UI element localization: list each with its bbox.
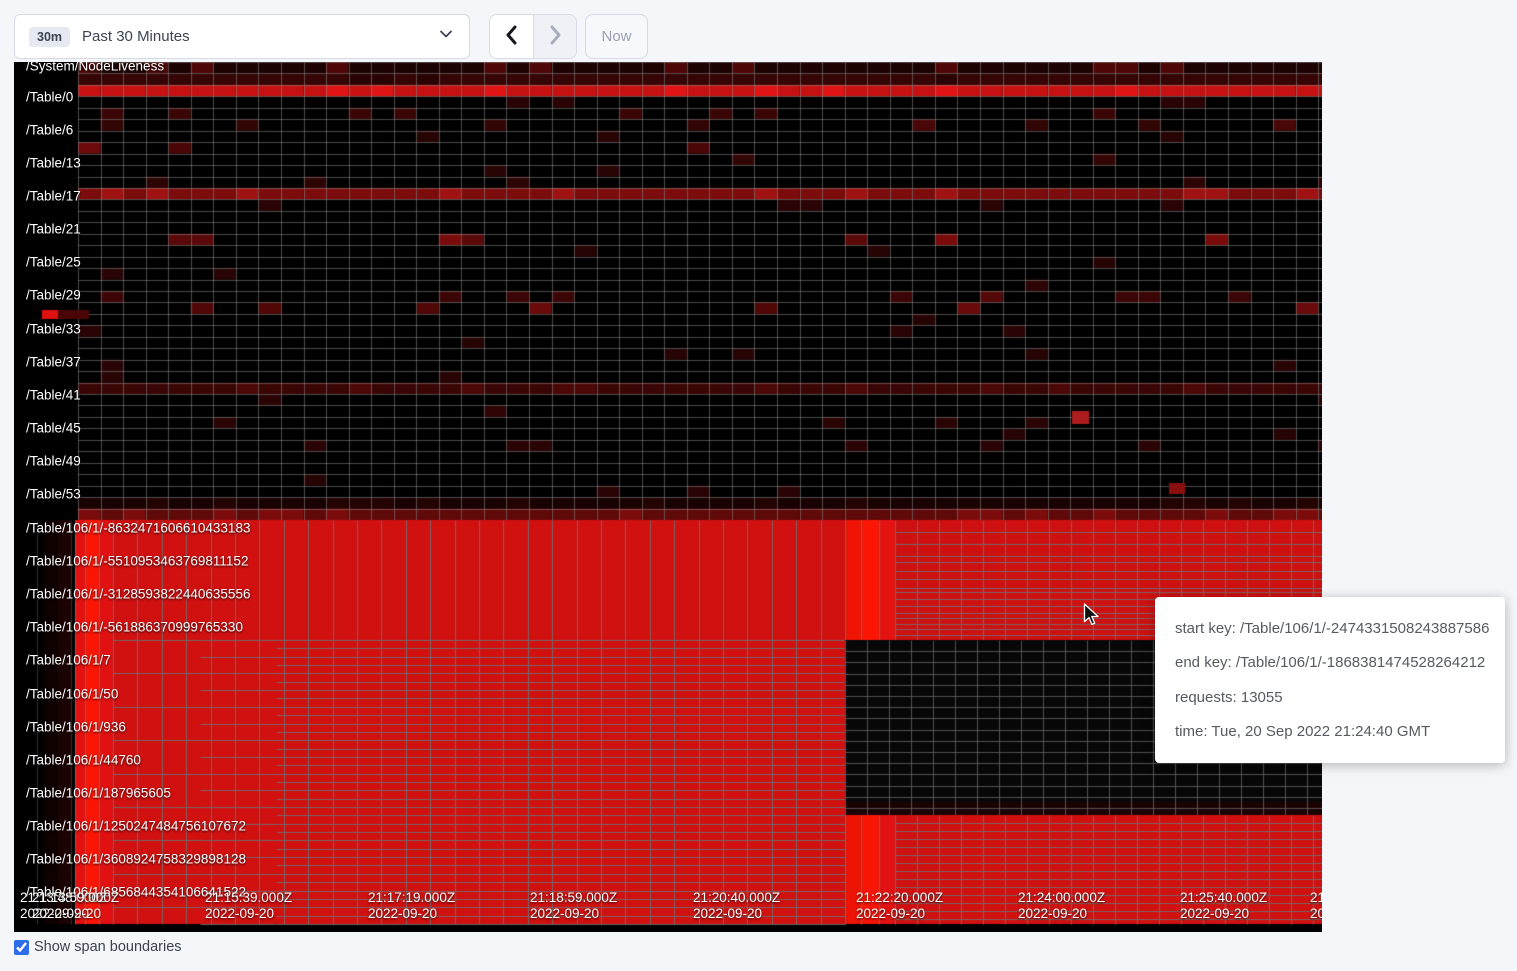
time-range-badge: 30m	[29, 27, 70, 47]
time-range-label: Past 30 Minutes	[82, 28, 437, 45]
time-range-select[interactable]: 30m Past 30 Minutes	[14, 14, 470, 59]
key-visualizer-page: 30m Past 30 Minutes Now /System/NodeLive…	[0, 0, 1517, 971]
prev-time-button[interactable]	[490, 15, 533, 58]
chevron-left-icon	[502, 24, 522, 49]
hover-tooltip: start key: /Table/106/1/-247433150824388…	[1155, 597, 1505, 763]
show-span-boundaries-checkbox[interactable]	[14, 940, 29, 955]
chevron-down-icon	[437, 25, 455, 48]
now-button[interactable]: Now	[585, 14, 648, 59]
show-span-boundaries-toggle[interactable]: Show span boundaries	[14, 939, 182, 955]
heatmap-canvas[interactable]	[14, 62, 1322, 932]
key-visualizer-heatmap: /System/NodeLiveness/Table/0/Table/6/Tab…	[14, 62, 1322, 932]
toolbar: 30m Past 30 Minutes Now	[0, 0, 1517, 62]
show-span-boundaries-label: Show span boundaries	[34, 939, 182, 955]
tooltip-line: end key: /Table/106/1/-18683814745282642…	[1175, 654, 1485, 671]
chevron-right-icon	[545, 24, 565, 49]
tooltip-line: start key: /Table/106/1/-247433150824388…	[1175, 620, 1485, 637]
tooltip-line: time: Tue, 20 Sep 2022 21:24:40 GMT	[1175, 723, 1485, 740]
time-nav-group	[489, 14, 577, 59]
next-time-button[interactable]	[533, 15, 576, 58]
tooltip-line: requests: 13055	[1175, 689, 1485, 706]
